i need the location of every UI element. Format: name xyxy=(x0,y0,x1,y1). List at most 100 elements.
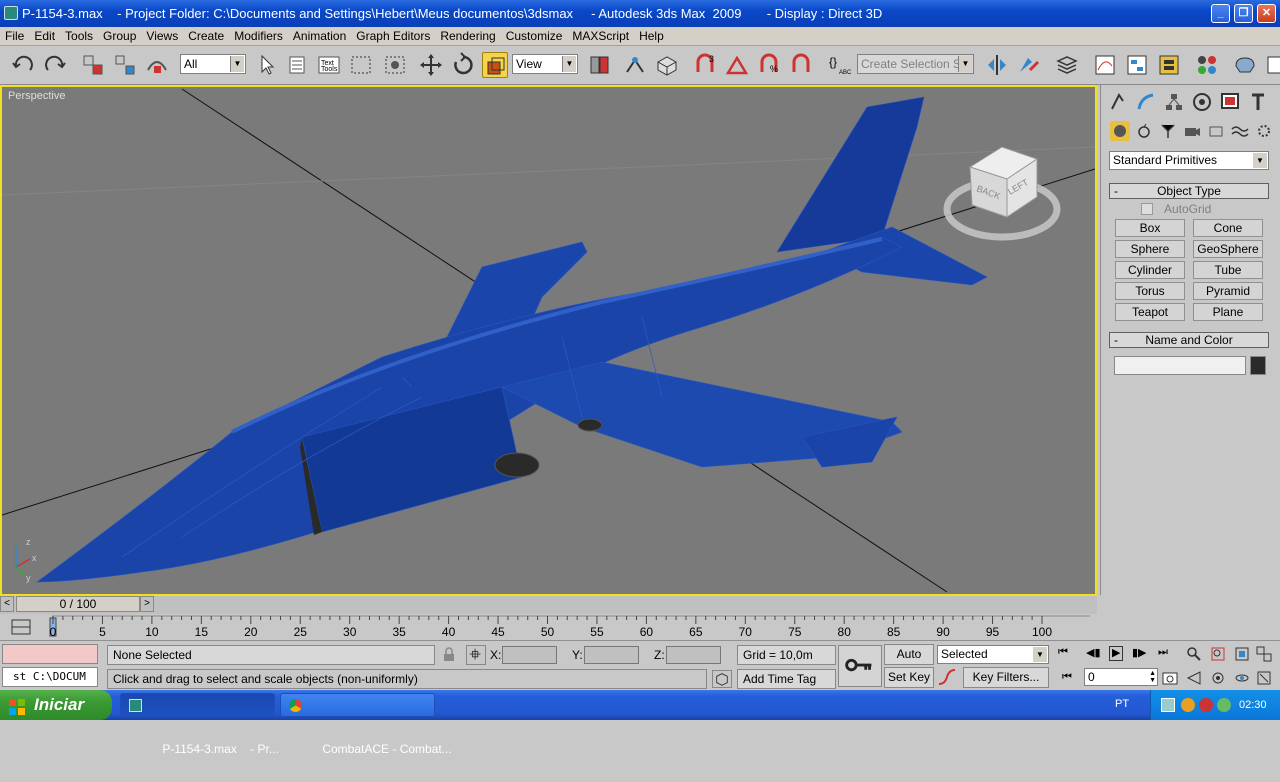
next-key-icon[interactable]: ▮▶ xyxy=(1132,646,1147,659)
object-name-field[interactable] xyxy=(1114,356,1246,375)
set-key-mode-icon[interactable] xyxy=(838,645,882,687)
go-to-start-icon[interactable]: ⏮ xyxy=(1058,646,1068,659)
select-by-name-icon[interactable] xyxy=(284,52,310,78)
hierarchy-tab-icon[interactable] xyxy=(1163,91,1185,113)
menu-group[interactable]: Group xyxy=(98,29,141,43)
x-coordinate-field[interactable] xyxy=(502,646,557,664)
rectangular-selection-icon[interactable] xyxy=(348,52,374,78)
geosphere-button[interactable]: GeoSphere xyxy=(1193,240,1263,258)
spinner-snap-icon[interactable] xyxy=(788,52,814,78)
shapes-category-icon[interactable] xyxy=(1134,121,1154,141)
menu-views[interactable]: Views xyxy=(141,29,183,43)
bind-to-space-warp-icon[interactable] xyxy=(144,52,170,78)
select-object-icon[interactable] xyxy=(254,52,280,78)
auto-key-button[interactable]: Auto Key xyxy=(884,644,934,679)
teapot-button[interactable]: Teapot xyxy=(1115,303,1185,321)
menu-graph-editors[interactable]: Graph Editors xyxy=(351,29,435,43)
render-setup-icon[interactable] xyxy=(1232,52,1258,78)
viewcube[interactable]: BACK LEFT xyxy=(943,146,1061,241)
menu-modifiers[interactable]: Modifiers xyxy=(229,29,288,43)
autogrid-checkbox[interactable]: AutoGrid xyxy=(1141,201,1261,217)
menu-file[interactable]: File xyxy=(0,29,29,43)
layer-manager-icon[interactable] xyxy=(1054,52,1080,78)
menu-customize[interactable]: Customize xyxy=(501,29,568,43)
plane-button[interactable]: Plane xyxy=(1193,303,1263,321)
z-coordinate-field[interactable] xyxy=(666,646,721,664)
reference-coordinate-dropdown[interactable]: View ▼ xyxy=(512,54,578,74)
key-mode-dropdown[interactable]: Selected ▼ xyxy=(937,645,1049,664)
pyramid-button[interactable]: Pyramid xyxy=(1193,282,1263,300)
material-editor-icon[interactable] xyxy=(1156,52,1182,78)
redo-icon[interactable] xyxy=(42,52,68,78)
pan-icon[interactable] xyxy=(1210,670,1226,686)
default-in-out-tangents-icon[interactable] xyxy=(937,668,957,687)
time-slider-thumb[interactable]: 0 / 100 xyxy=(16,596,140,612)
snaps-toggle-icon[interactable]: 3 xyxy=(692,52,718,78)
sphere-button[interactable]: Sphere xyxy=(1115,240,1185,258)
undo-icon[interactable] xyxy=(10,52,36,78)
mirror-icon[interactable] xyxy=(984,52,1010,78)
language-indicator[interactable]: PT xyxy=(1115,698,1129,710)
systems-category-icon[interactable] xyxy=(1254,121,1274,141)
zoom-extents-icon[interactable] xyxy=(1234,646,1250,662)
previous-frame-icon[interactable]: < xyxy=(0,596,14,612)
modify-tab-icon[interactable] xyxy=(1135,91,1157,113)
network-icon[interactable] xyxy=(1161,698,1175,712)
maximize-button[interactable]: ❐ xyxy=(1234,4,1253,23)
object-type-rollout-header[interactable]: - Object Type xyxy=(1109,183,1269,199)
orbit-icon[interactable] xyxy=(1234,670,1250,686)
absolute-mode-icon[interactable] xyxy=(466,645,486,665)
material-spheres-icon[interactable] xyxy=(1194,52,1220,78)
geometry-category-icon[interactable] xyxy=(1110,121,1130,141)
schematic-view-icon[interactable] xyxy=(1124,52,1150,78)
maxscript-listener-input[interactable]: st C:\DOCUM xyxy=(2,667,98,687)
menu-help[interactable]: Help xyxy=(634,29,669,43)
zoom-all-icon[interactable] xyxy=(1210,646,1226,662)
go-to-end-icon[interactable]: ⏭ xyxy=(1158,646,1168,659)
taskbar-item-3dsmax[interactable]: P-1154-3.max - Pr... xyxy=(120,693,279,756)
name-and-color-rollout-header[interactable]: - Name and Color xyxy=(1109,332,1269,348)
percent-snap-icon[interactable]: % xyxy=(756,52,782,78)
angle-snap-icon[interactable] xyxy=(724,52,750,78)
tube-button[interactable]: Tube xyxy=(1193,261,1263,279)
aircraft-model[interactable] xyxy=(36,96,988,583)
previous-key-icon[interactable]: ◀▮ xyxy=(1086,646,1101,659)
select-and-manipulate-icon[interactable] xyxy=(622,52,648,78)
current-frame-field[interactable]: 0 ▲ ▼ xyxy=(1084,668,1158,686)
object-category-dropdown[interactable]: Standard Primitives ▼ xyxy=(1109,151,1269,170)
update-icon[interactable] xyxy=(1217,698,1231,712)
named-selection-set-dropdown[interactable]: Create Selection Set ▼ xyxy=(857,54,974,74)
key-mode-toggle-icon[interactable]: ⏮ xyxy=(1062,671,1072,684)
perspective-viewport[interactable]: Perspective BACK LEFT z x y xyxy=(0,85,1097,596)
keyboard-shortcut-override-icon[interactable] xyxy=(654,52,680,78)
menu-create[interactable]: Create xyxy=(183,29,229,43)
utilities-tab-icon[interactable] xyxy=(1247,91,1269,113)
lights-category-icon[interactable] xyxy=(1158,121,1178,141)
close-button[interactable]: ✕ xyxy=(1257,4,1276,23)
play-icon[interactable]: ▶ xyxy=(1109,646,1124,661)
torus-button[interactable]: Torus xyxy=(1115,282,1185,300)
select-and-link-icon[interactable] xyxy=(80,52,106,78)
zoom-icon[interactable] xyxy=(1186,646,1202,662)
space-warps-category-icon[interactable] xyxy=(1230,121,1250,141)
window-crossing-icon[interactable] xyxy=(382,52,408,78)
maximize-viewport-icon[interactable] xyxy=(1256,670,1272,686)
move-icon[interactable] xyxy=(418,52,444,78)
taskbar-item-chrome[interactable]: CombatACE - Combat... xyxy=(280,693,452,756)
quick-render-icon[interactable] xyxy=(1262,52,1280,78)
menu-tools[interactable]: Tools xyxy=(60,29,98,43)
display-tab-icon[interactable] xyxy=(1219,91,1241,113)
minimize-button[interactable]: _ xyxy=(1211,4,1230,23)
create-tab-icon[interactable] xyxy=(1107,91,1129,113)
menu-maxscript[interactable]: MAXScript xyxy=(567,29,634,43)
menu-rendering[interactable]: Rendering xyxy=(435,29,500,43)
align-icon[interactable] xyxy=(1016,52,1042,78)
y-coordinate-field[interactable] xyxy=(584,646,639,664)
app-icon[interactable] xyxy=(4,6,18,20)
cone-button[interactable]: Cone xyxy=(1193,219,1263,237)
helpers-category-icon[interactable] xyxy=(1206,121,1226,141)
pivot-center-icon[interactable] xyxy=(586,52,612,78)
selection-filter-dropdown[interactable]: All ▼ xyxy=(180,54,246,74)
curve-editor-icon[interactable] xyxy=(1092,52,1118,78)
antivirus-icon[interactable] xyxy=(1181,698,1195,712)
